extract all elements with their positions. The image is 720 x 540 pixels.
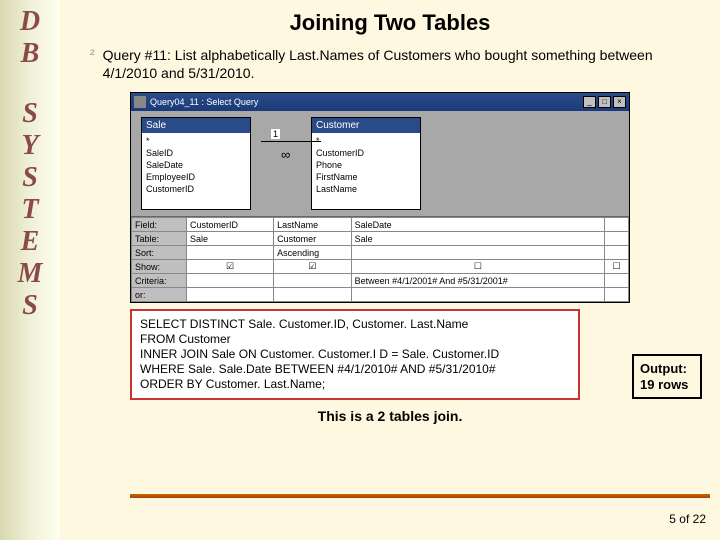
table-customer[interactable]: Customer * CustomerID Phone FirstName La… xyxy=(311,117,421,210)
field[interactable]: EmployeeID xyxy=(144,171,248,183)
sql-line: INNER JOIN Sale ON Customer. Customer.I … xyxy=(140,347,570,362)
field[interactable]: * xyxy=(314,135,418,147)
minimize-button[interactable]: _ xyxy=(583,96,596,108)
sql-line: SELECT DISTINCT Sale. Customer.ID, Custo… xyxy=(140,317,570,332)
cell[interactable]: SaleDate xyxy=(351,218,604,232)
join-label-many: ∞ xyxy=(281,147,290,162)
cell[interactable]: Sale xyxy=(187,232,274,246)
sidebar-letter: E xyxy=(0,226,60,258)
cell[interactable] xyxy=(351,246,604,260)
diagram-pane: Sale * SaleID SaleDate EmployeeID Custom… xyxy=(131,111,629,216)
qbe-grid: Field: CustomerID LastName SaleDate Tabl… xyxy=(131,216,629,302)
sidebar-letter: M xyxy=(0,258,60,290)
sql-box: SELECT DISTINCT Sale. Customer.ID, Custo… xyxy=(130,309,580,400)
bullet: ² Query #11: List alphabetically Last.Na… xyxy=(60,46,720,88)
grid-row-show: Show: ☑ ☑ ☐ ☐ xyxy=(132,260,629,274)
cell[interactable] xyxy=(187,246,274,260)
sidebar-letter: D xyxy=(0,6,60,38)
checkbox[interactable]: ☐ xyxy=(605,260,629,274)
row-label: Criteria: xyxy=(132,274,187,288)
field[interactable]: CustomerID xyxy=(144,183,248,195)
sidebar-letter: Y xyxy=(0,130,60,162)
grid-row-criteria: Criteria: Between #4/1/2001# And #5/31/2… xyxy=(132,274,629,288)
sql-line: FROM Customer xyxy=(140,332,570,347)
sidebar-letter: T xyxy=(0,194,60,226)
cell[interactable] xyxy=(187,288,274,302)
cell[interactable]: Between #4/1/2001# And #5/31/2001# xyxy=(351,274,604,288)
cell[interactable]: CustomerID xyxy=(187,218,274,232)
row-label: Show: xyxy=(132,260,187,274)
access-query-window: Query04_11 : Select Query _ □ × Sale * S… xyxy=(130,92,630,303)
sidebar-letter: S xyxy=(0,162,60,194)
field[interactable]: FirstName xyxy=(314,171,418,183)
titlebar: Query04_11 : Select Query _ □ × xyxy=(131,93,629,111)
page-title: Joining Two Tables xyxy=(60,10,720,36)
caption: This is a 2 tables join. xyxy=(60,408,720,424)
bullet-text: Query #11: List alphabetically Last.Name… xyxy=(103,46,690,82)
sql-line: WHERE Sale. Sale.Date BETWEEN #4/1/2010#… xyxy=(140,362,570,377)
row-label: Table: xyxy=(132,232,187,246)
grid-row-sort: Sort: Ascending xyxy=(132,246,629,260)
output-box: Output: 19 rows xyxy=(632,354,702,399)
close-button[interactable]: × xyxy=(613,96,626,108)
checkbox[interactable]: ☑ xyxy=(187,260,274,274)
cell[interactable] xyxy=(605,232,629,246)
sidebar: D B S Y S T E M S xyxy=(0,0,60,540)
sidebar-letter: S xyxy=(0,98,60,130)
cell[interactable] xyxy=(187,274,274,288)
window-icon xyxy=(134,96,146,108)
window-title: Query04_11 : Select Query xyxy=(150,97,583,107)
cell[interactable] xyxy=(605,288,629,302)
table-sale[interactable]: Sale * SaleID SaleDate EmployeeID Custom… xyxy=(141,117,251,210)
row-label: Sort: xyxy=(132,246,187,260)
cell[interactable] xyxy=(605,246,629,260)
field[interactable]: SaleID xyxy=(144,147,248,159)
sidebar-letter: B xyxy=(0,38,60,70)
join-line[interactable] xyxy=(261,141,321,142)
field[interactable]: CustomerID xyxy=(314,147,418,159)
cell[interactable]: Ascending xyxy=(274,246,352,260)
field[interactable]: * xyxy=(144,135,248,147)
table-header: Customer xyxy=(312,118,420,133)
cell[interactable]: Sale xyxy=(351,232,604,246)
bullet-icon: ² xyxy=(90,46,95,62)
field[interactable]: LastName xyxy=(314,183,418,195)
page-number: 5 of 22 xyxy=(669,512,706,526)
cell[interactable]: Customer xyxy=(274,232,352,246)
output-label: Output: xyxy=(640,361,687,376)
maximize-button[interactable]: □ xyxy=(598,96,611,108)
grid-row-field: Field: CustomerID LastName SaleDate xyxy=(132,218,629,232)
footer-rule xyxy=(130,494,710,498)
output-value: 19 rows xyxy=(640,377,688,392)
row-label: or: xyxy=(132,288,187,302)
grid-row-or: or: xyxy=(132,288,629,302)
checkbox[interactable]: ☐ xyxy=(351,260,604,274)
checkbox[interactable]: ☑ xyxy=(274,260,352,274)
field[interactable]: Phone xyxy=(314,159,418,171)
cell[interactable] xyxy=(351,288,604,302)
sidebar-letter: S xyxy=(0,290,60,322)
cell[interactable] xyxy=(274,274,352,288)
cell[interactable] xyxy=(605,218,629,232)
cell[interactable]: LastName xyxy=(274,218,352,232)
cell[interactable] xyxy=(605,274,629,288)
grid-row-table: Table: Sale Customer Sale xyxy=(132,232,629,246)
slide-body: Joining Two Tables ² Query #11: List alp… xyxy=(60,0,720,540)
cell[interactable] xyxy=(274,288,352,302)
sql-line: ORDER BY Customer. Last.Name; xyxy=(140,377,570,392)
join-label-one: 1 xyxy=(271,129,280,139)
row-label: Field: xyxy=(132,218,187,232)
table-header: Sale xyxy=(142,118,250,133)
field[interactable]: SaleDate xyxy=(144,159,248,171)
